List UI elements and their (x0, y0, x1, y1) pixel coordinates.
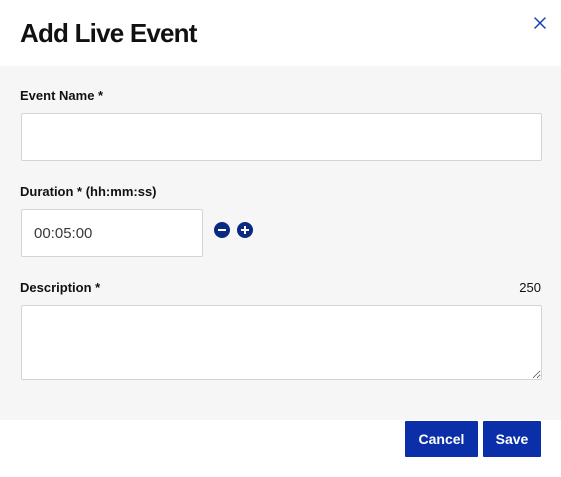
duration-label: Duration * (hh:mm:ss) (20, 184, 157, 199)
description-label: Description * (20, 280, 101, 295)
description-textarea[interactable] (21, 305, 542, 380)
dialog-header: Add Live Event (0, 0, 561, 66)
minus-circle-icon[interactable] (214, 222, 230, 238)
close-icon[interactable] (529, 12, 551, 34)
dialog-body: Event Name * Duration * (hh:mm:ss) Descr… (0, 66, 561, 420)
event-name-label: Event Name * (20, 88, 104, 103)
add-live-event-dialog: Add Live Event Event Name * Duration * (… (0, 0, 561, 477)
event-name-input[interactable] (21, 113, 542, 161)
description-char-count: 250 (519, 280, 541, 295)
cancel-button[interactable]: Cancel (405, 421, 478, 457)
duration-input[interactable] (21, 209, 203, 257)
dialog-title: Add Live Event (20, 18, 197, 48)
dialog-footer: Cancel Save (0, 420, 561, 477)
plus-circle-icon[interactable] (237, 222, 253, 238)
save-button[interactable]: Save (483, 421, 541, 457)
